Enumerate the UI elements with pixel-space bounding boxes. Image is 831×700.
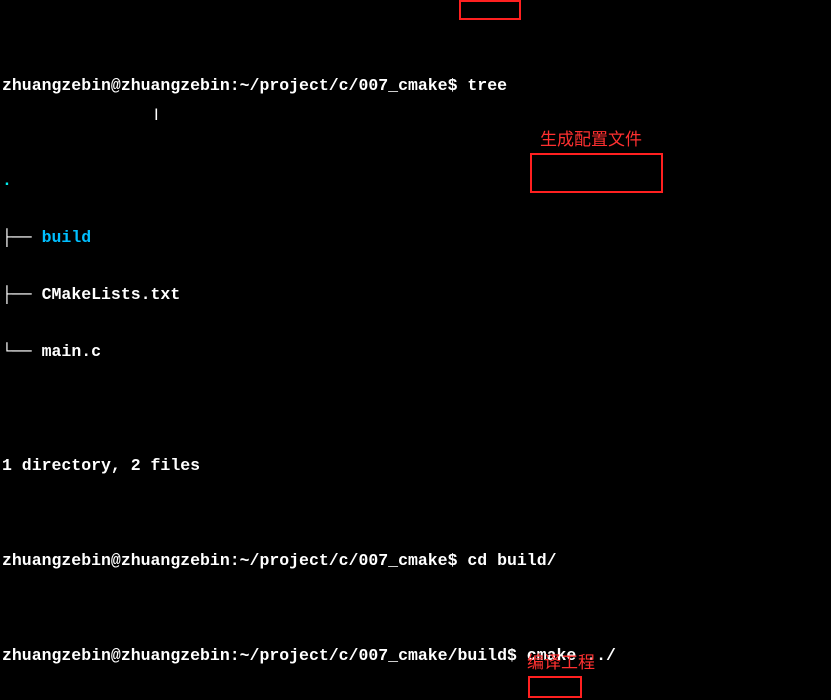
highlight-box-make — [528, 676, 582, 698]
terminal-line: . — [2, 171, 829, 190]
command-text: cd build/ — [467, 551, 556, 570]
terminal-line: ├── build — [2, 228, 829, 247]
highlight-box-tree — [459, 0, 521, 20]
terminal-line: └── main.c — [2, 342, 829, 361]
annotation-config: 生成配置文件 — [540, 130, 642, 149]
tree-branch: ├── — [2, 228, 42, 247]
command-text: tree — [467, 76, 507, 95]
tree-summary: 1 directory, 2 files — [2, 456, 200, 475]
tree-branch: └── — [2, 342, 42, 361]
shell-prompt: zhuangzebin@zhuangzebin:~/project/c/007_… — [2, 551, 467, 570]
terminal-line: 1 directory, 2 files — [2, 456, 829, 475]
terminal[interactable]: zhuangzebin@zhuangzebin:~/project/c/007_… — [0, 0, 831, 700]
terminal-line: zhuangzebin@zhuangzebin:~/project/c/007_… — [2, 551, 829, 570]
terminal-line: zhuangzebin@zhuangzebin:~/project/c/007_… — [2, 76, 829, 95]
terminal-line: ├── CMakeLists.txt — [2, 285, 829, 304]
text-cursor-icon: I — [154, 106, 159, 125]
shell-prompt: zhuangzebin@zhuangzebin:~/project/c/007_… — [2, 76, 467, 95]
command-text: cmake ../ — [527, 646, 616, 665]
tree-branch: ├── — [2, 285, 42, 304]
terminal-line — [2, 399, 829, 418]
tree-root: . — [2, 171, 12, 190]
shell-prompt: zhuangzebin@zhuangzebin:~/project/c/007_… — [2, 646, 527, 665]
terminal-line: zhuangzebin@zhuangzebin:~/project/c/007_… — [2, 646, 829, 665]
tree-dir: build — [42, 228, 92, 247]
tree-file: main.c — [42, 342, 101, 361]
tree-file: CMakeLists.txt — [42, 285, 181, 304]
